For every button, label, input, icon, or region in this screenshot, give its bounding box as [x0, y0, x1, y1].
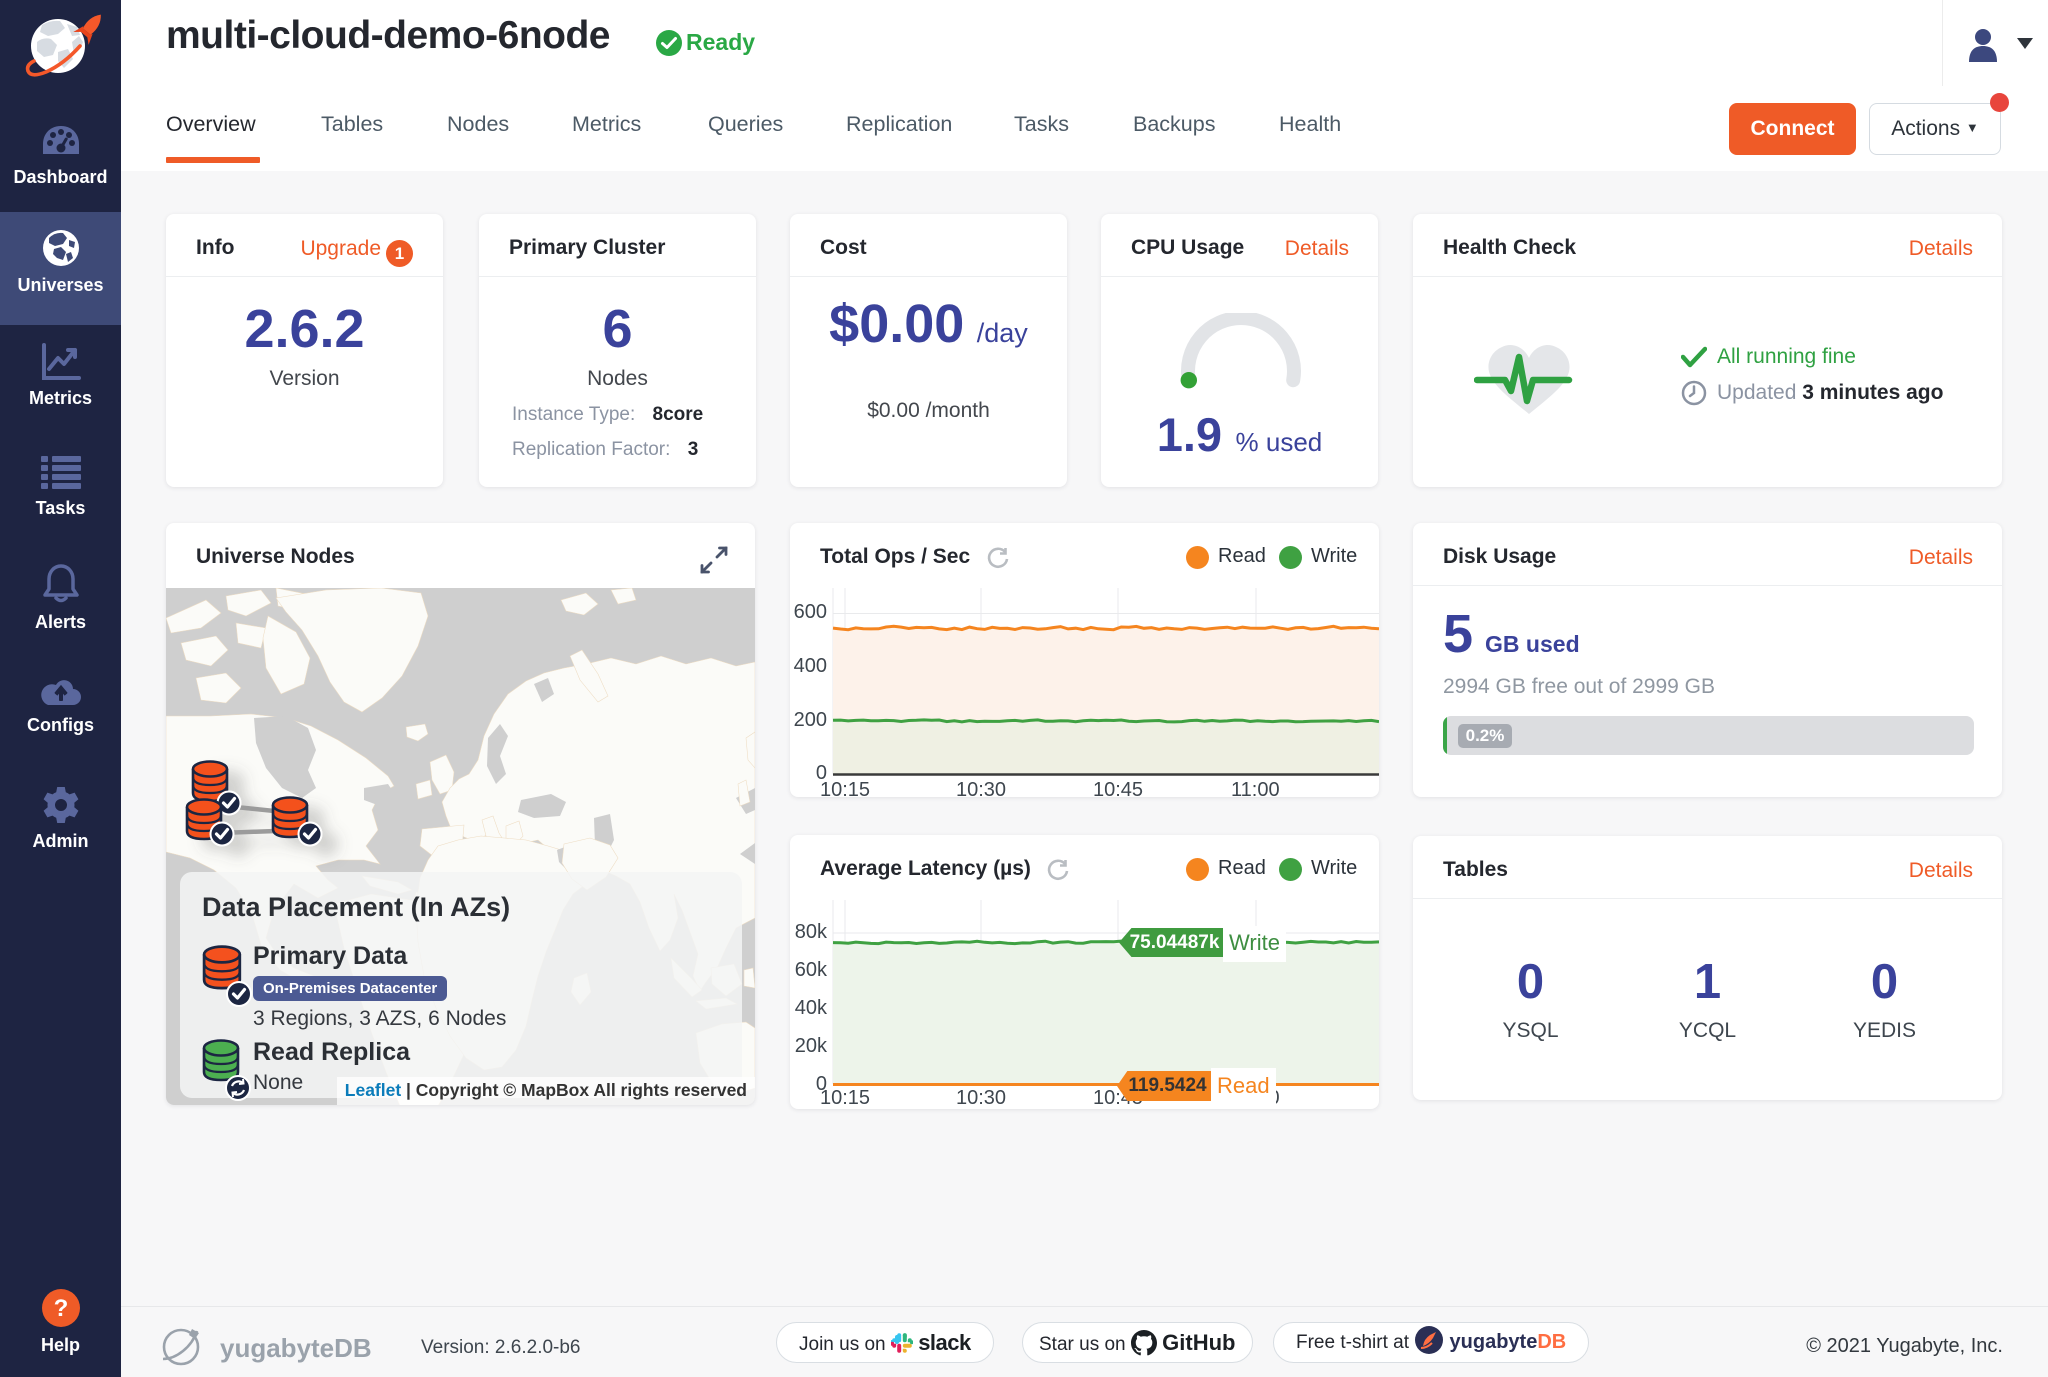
svg-text:?: ?	[53, 1295, 68, 1322]
